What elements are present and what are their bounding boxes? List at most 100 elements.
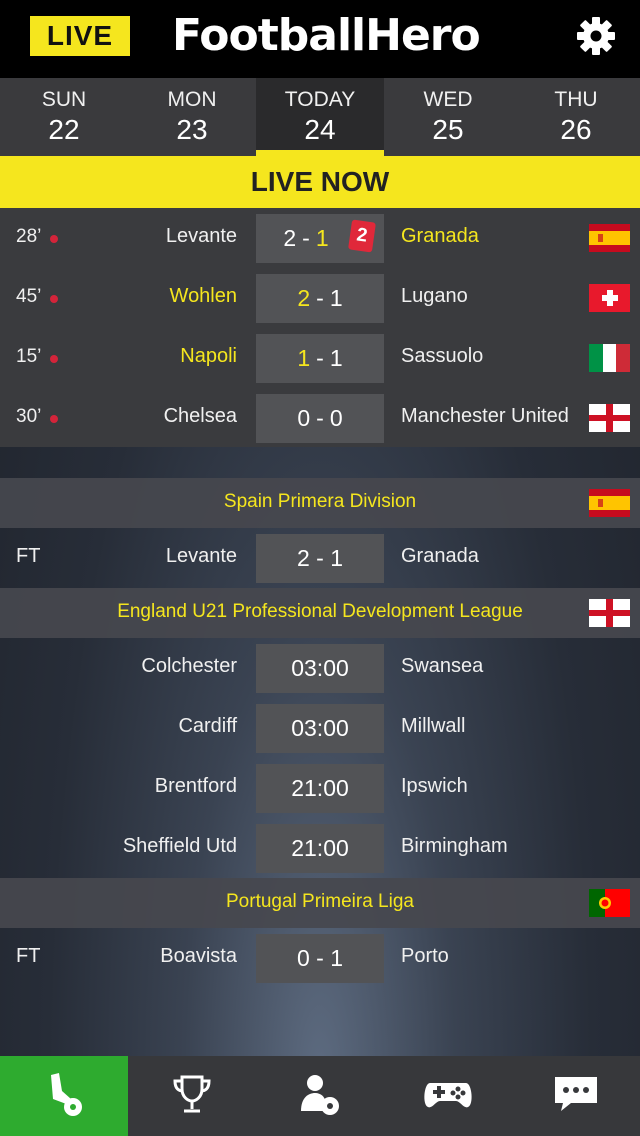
- live-dot-icon: [50, 295, 58, 303]
- home-team: Chelsea: [163, 405, 237, 427]
- home-score: 2: [297, 285, 311, 311]
- home-team: Wohlen: [169, 285, 237, 307]
- live-badge[interactable]: LIVE: [30, 16, 130, 56]
- red-card-icon: 2: [348, 219, 376, 253]
- kickoff-time: 03:00: [256, 704, 384, 753]
- score-box: 2 - 1: [256, 534, 384, 583]
- match-row[interactable]: FT Boavista 0 - 1 Porto: [0, 928, 640, 988]
- app: LIVE FootballHero SUN 22 MON 23 TODAY 24…: [0, 0, 640, 1136]
- league-name: Spain Primera Division: [223, 491, 417, 512]
- nav-chat[interactable]: [512, 1056, 640, 1136]
- portugal-flag-icon: [589, 889, 630, 917]
- away-team: Granada: [401, 225, 479, 247]
- match-row[interactable]: Sheffield Utd 21:00 Birmingham: [0, 818, 640, 878]
- home-team: Cardiff: [178, 715, 237, 737]
- switzerland-flag-icon: [589, 284, 630, 312]
- match-minute: 28’: [16, 226, 42, 247]
- home-team: Levante: [165, 225, 237, 247]
- nav-trophy[interactable]: [128, 1056, 256, 1136]
- home-team: Napoli: [180, 345, 237, 367]
- match-minute: 30’: [16, 406, 42, 427]
- trophy-icon: [167, 1069, 217, 1124]
- spain-flag-icon: [589, 489, 630, 517]
- date-tab-day: WED: [423, 88, 473, 111]
- italy-flag-icon: [589, 344, 630, 372]
- score-separator: -: [316, 405, 324, 431]
- date-tab-sun[interactable]: SUN 22: [0, 78, 128, 156]
- match-minute: 15’: [16, 346, 42, 367]
- live-match-row[interactable]: 28’ Levante 2 - 1 2 Granada: [0, 208, 640, 268]
- score-box: 2 - 1: [256, 274, 384, 323]
- away-score: 1: [329, 345, 343, 371]
- date-tab-today[interactable]: TODAY 24: [256, 78, 384, 156]
- away-team: Swansea: [401, 655, 484, 677]
- live-match-row[interactable]: 30’ Chelsea 0 - 0 Manchester United: [0, 388, 640, 448]
- live-match-row[interactable]: 15’ Napoli 1 - 1 Sassuolo: [0, 328, 640, 388]
- away-team: Lugano: [401, 285, 468, 307]
- kickoff-time: 21:00: [256, 824, 384, 873]
- match-row[interactable]: Cardiff 03:00 Millwall: [0, 698, 640, 758]
- england-flag-icon: [589, 599, 630, 627]
- away-team: Granada: [401, 545, 479, 567]
- away-team: Ipswich: [401, 775, 468, 797]
- gear-icon[interactable]: [574, 14, 618, 58]
- live-now-banner: LIVE NOW: [0, 156, 640, 208]
- live-match-row[interactable]: 45’ Wohlen 2 - 1 Lugano: [0, 268, 640, 328]
- nav-matches[interactable]: [0, 1056, 128, 1136]
- live-dot-icon: [50, 235, 58, 243]
- home-score: 1: [297, 345, 311, 371]
- match-minute: 45’: [16, 286, 42, 307]
- date-tab-day: THU: [554, 88, 598, 111]
- spain-flag-icon: [589, 224, 630, 252]
- kickoff-time: 03:00: [256, 644, 384, 693]
- top-bar: LIVE FootballHero: [0, 0, 640, 78]
- away-team: Millwall: [401, 715, 466, 737]
- date-tab-number: 23: [176, 114, 208, 145]
- home-score: 2: [283, 225, 297, 251]
- chat-icon: [551, 1069, 601, 1124]
- bottom-nav: [0, 1056, 640, 1136]
- date-tab-wed[interactable]: WED 25: [384, 78, 512, 156]
- match-row[interactable]: Brentford 21:00 Ipswich: [0, 758, 640, 818]
- match-status: FT: [16, 945, 41, 967]
- score-separator: -: [316, 345, 324, 371]
- nav-profile[interactable]: [256, 1056, 384, 1136]
- home-team: Brentford: [154, 775, 237, 797]
- score-separator: -: [302, 225, 310, 251]
- app-title: FootballHero: [172, 10, 481, 61]
- league-matches: FT Levante 2 - 1 Granada: [0, 528, 640, 588]
- league-name: England U21 Professional Development Lea…: [117, 601, 523, 622]
- away-team: Porto: [401, 945, 449, 967]
- away-score: 0: [329, 405, 343, 431]
- kickoff-time: 21:00: [256, 764, 384, 813]
- away-team: Birmingham: [401, 835, 508, 857]
- score-box: 1 - 1: [256, 334, 384, 383]
- league-header-england-u21[interactable]: England U21 Professional Development Lea…: [0, 588, 640, 638]
- league-name: Portugal Primeira Liga: [226, 891, 414, 912]
- away-score: 1: [315, 225, 329, 251]
- nav-games[interactable]: [384, 1056, 512, 1136]
- away-score: 1: [329, 285, 343, 311]
- date-tab-day: SUN: [41, 88, 87, 111]
- league-header-portugal[interactable]: Portugal Primeira Liga: [0, 878, 640, 928]
- league-header-spain[interactable]: Spain Primera Division: [0, 478, 640, 528]
- match-row[interactable]: FT Levante 2 - 1 Granada: [0, 528, 640, 588]
- score-separator: -: [316, 285, 324, 311]
- date-tab-thu[interactable]: THU 26: [512, 78, 640, 156]
- score-box: 0 - 0: [256, 394, 384, 443]
- home-team: Sheffield Utd: [122, 835, 237, 857]
- date-tab-mon[interactable]: MON 23: [128, 78, 256, 156]
- home-team: Levante: [165, 545, 237, 567]
- england-flag-icon: [589, 404, 630, 432]
- gamepad-icon: [420, 1069, 476, 1124]
- date-tab-day: MON: [167, 88, 217, 111]
- score-box: 0 - 1: [256, 934, 384, 983]
- live-dot-icon: [50, 415, 58, 423]
- live-matches-list: 28’ Levante 2 - 1 2 Granada 45’ Wohlen 2…: [0, 208, 640, 447]
- date-tab-number: 24: [304, 114, 336, 145]
- match-row[interactable]: Colchester 03:00 Swansea: [0, 638, 640, 698]
- home-team: Boavista: [160, 945, 237, 967]
- away-team: Sassuolo: [401, 345, 484, 367]
- date-tab-number: 25: [432, 114, 464, 145]
- league-matches: Colchester 03:00 Swansea Cardiff 03:00 M…: [0, 638, 640, 878]
